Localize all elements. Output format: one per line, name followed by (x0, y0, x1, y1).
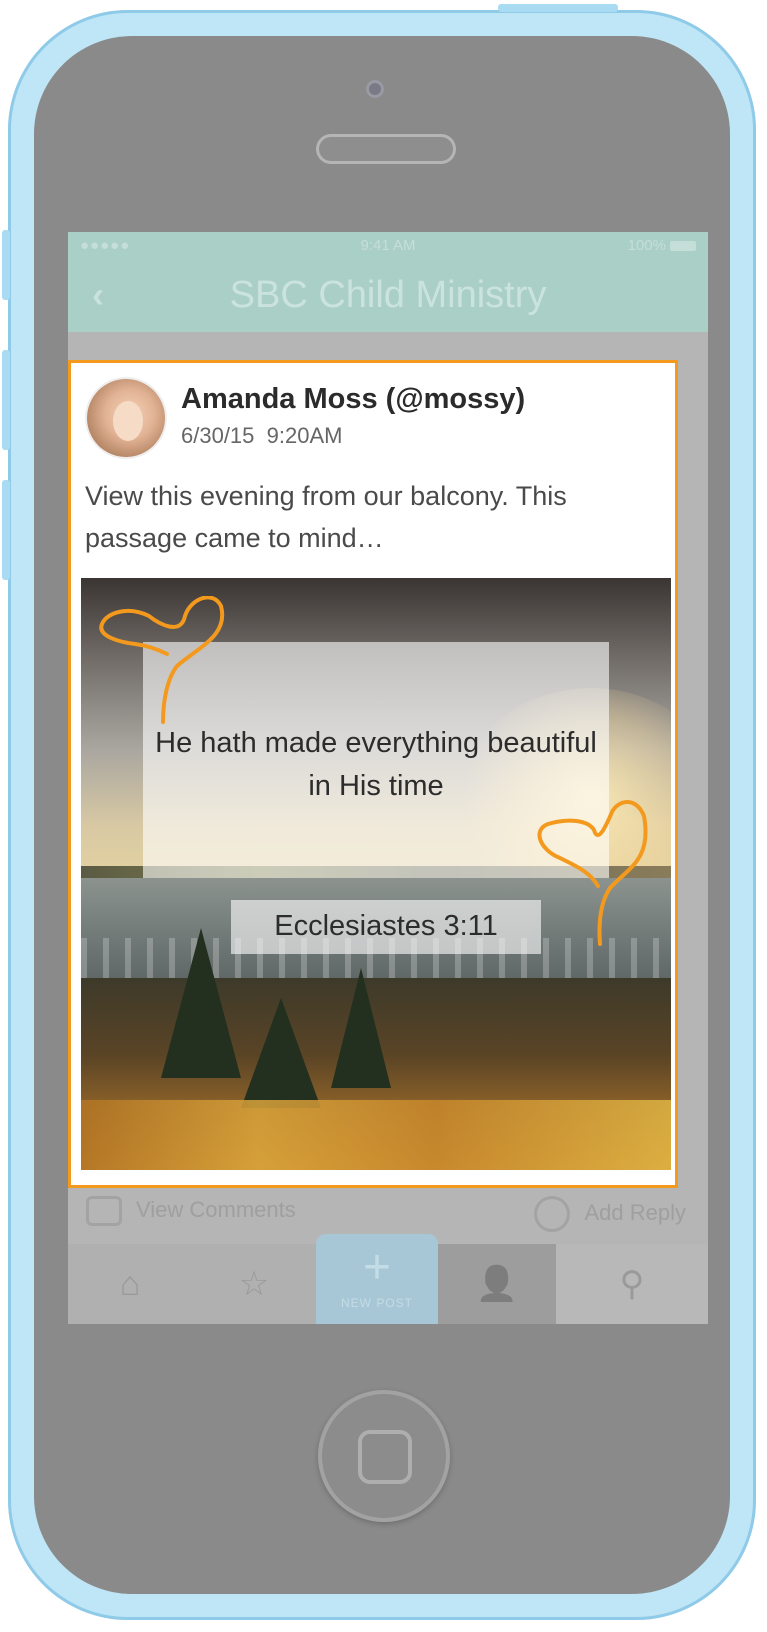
home-icon: ⌂ (119, 1265, 141, 1303)
status-bar: ●●●●● 9:41 AM 100% (68, 232, 708, 260)
navigation-bar: ‹ SBC Child Ministry (68, 260, 708, 332)
reference-overlay: Ecclesiastes 3:11 (231, 900, 541, 954)
search-icon: ⚲ (619, 1265, 645, 1303)
post-body-text: View this evening from our balcony. This… (85, 481, 567, 553)
comment-bubble-icon (86, 1196, 122, 1226)
power-button (498, 4, 618, 12)
reply-arrow-icon (534, 1196, 571, 1232)
feed-spacer (68, 332, 708, 362)
tab-bar: ⌂ ☆ + NEW POST 👤 ⚲ (68, 1234, 708, 1324)
avatar[interactable] (87, 379, 165, 457)
star-icon: ☆ (238, 1265, 270, 1303)
home-square-icon (358, 1430, 412, 1484)
tab-profile[interactable]: 👤 (438, 1244, 556, 1324)
profile-icon: 👤 (475, 1265, 519, 1303)
image-brush (81, 1100, 671, 1170)
tab-favorites[interactable]: ☆ (192, 1244, 316, 1324)
heart-doodle-icon (537, 800, 648, 946)
add-reply-button[interactable]: Add Reply (534, 1196, 686, 1232)
battery-indicator: 100% (628, 237, 696, 254)
heart-doodle-icon (99, 596, 225, 724)
add-reply-label: Add Reply (584, 1199, 686, 1225)
volume-up-button (2, 350, 10, 450)
scripture-reference: Ecclesiastes 3:11 (274, 910, 498, 942)
battery-icon (670, 241, 696, 252)
post-image[interactable]: He hath made everything beautiful in His… (81, 578, 671, 1170)
image-tree (241, 998, 321, 1108)
earpiece-speaker (316, 134, 456, 164)
tab-new-post[interactable]: + NEW POST (316, 1234, 438, 1324)
mute-switch (2, 230, 10, 300)
new-post-label: NEW POST (340, 1296, 413, 1310)
post-timestamp: 6/30/15 9:20AM (181, 423, 342, 449)
view-comments-label: View Comments (136, 1196, 296, 1222)
post-author[interactable]: Amanda Moss (@mossy) (181, 383, 525, 416)
plus-icon: + (362, 1241, 392, 1294)
status-time: 9:41 AM (360, 237, 416, 254)
post-card[interactable]: Amanda Moss (@mossy) 6/30/15 9:20AM View… (68, 360, 678, 1188)
tab-search[interactable]: ⚲ (556, 1244, 708, 1324)
image-tree (331, 968, 391, 1088)
post-date: 6/30/15 (181, 423, 255, 448)
avatar-face (113, 401, 143, 441)
view-comments-button[interactable]: View Comments (86, 1196, 296, 1226)
image-tree (161, 928, 241, 1078)
volume-down-button (2, 480, 10, 580)
front-camera (366, 80, 384, 98)
page-title: SBC Child Ministry (229, 274, 547, 316)
battery-percent: 100% (627, 237, 666, 254)
tab-home[interactable]: ⌂ (68, 1244, 192, 1324)
home-button[interactable] (318, 1390, 450, 1522)
post-time: 9:20AM (266, 423, 343, 448)
